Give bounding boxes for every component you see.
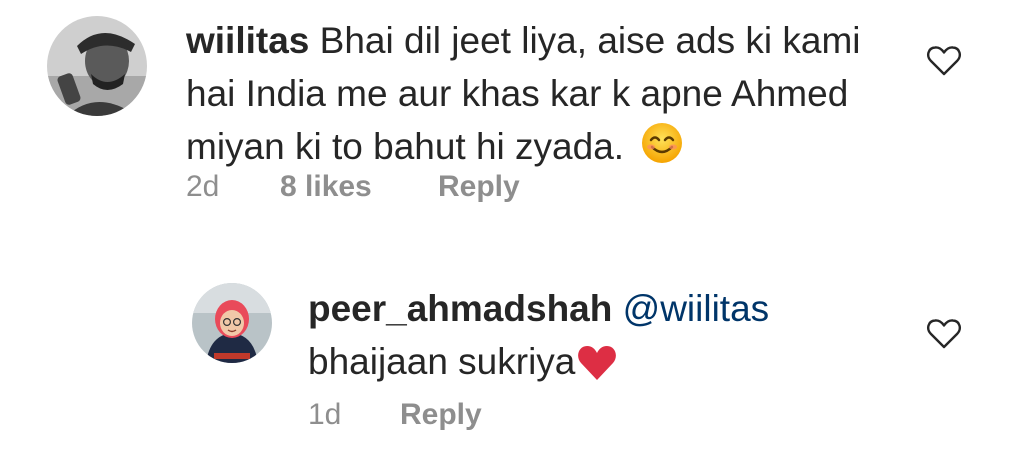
reply-timestamp: 1d (308, 398, 342, 431)
comment-username[interactable]: wiilitas (186, 20, 309, 61)
likes-count[interactable]: 8 likes (280, 170, 438, 204)
red-heart-icon (577, 343, 617, 396)
reply-button[interactable]: Reply (438, 170, 520, 204)
like-heart-icon[interactable] (926, 45, 962, 77)
reply-text: bhaijaan sukriya (308, 341, 576, 382)
comment-meta: 2d 8 likes Reply (186, 170, 520, 204)
comment-timestamp: 2d (186, 170, 220, 203)
reply-meta: 1d Reply (308, 398, 482, 432)
reply-button[interactable]: Reply (400, 398, 482, 432)
comment-body: wiilitas Bhai dil jeet liya, aise ads ki… (186, 14, 886, 179)
reply-username[interactable]: peer_ahmadshah (308, 288, 612, 329)
reply-body: peer_ahmadshah @wiilitas bhaijaan sukriy… (308, 282, 908, 396)
reply-avatar[interactable] (192, 283, 272, 363)
avatar-photo (47, 16, 147, 116)
commenter-avatar[interactable] (47, 16, 147, 116)
mention-link[interactable]: @wiilitas (623, 288, 770, 329)
avatar-photo (192, 283, 272, 363)
like-heart-icon[interactable] (926, 318, 962, 350)
smiling-face-icon (640, 121, 684, 179)
